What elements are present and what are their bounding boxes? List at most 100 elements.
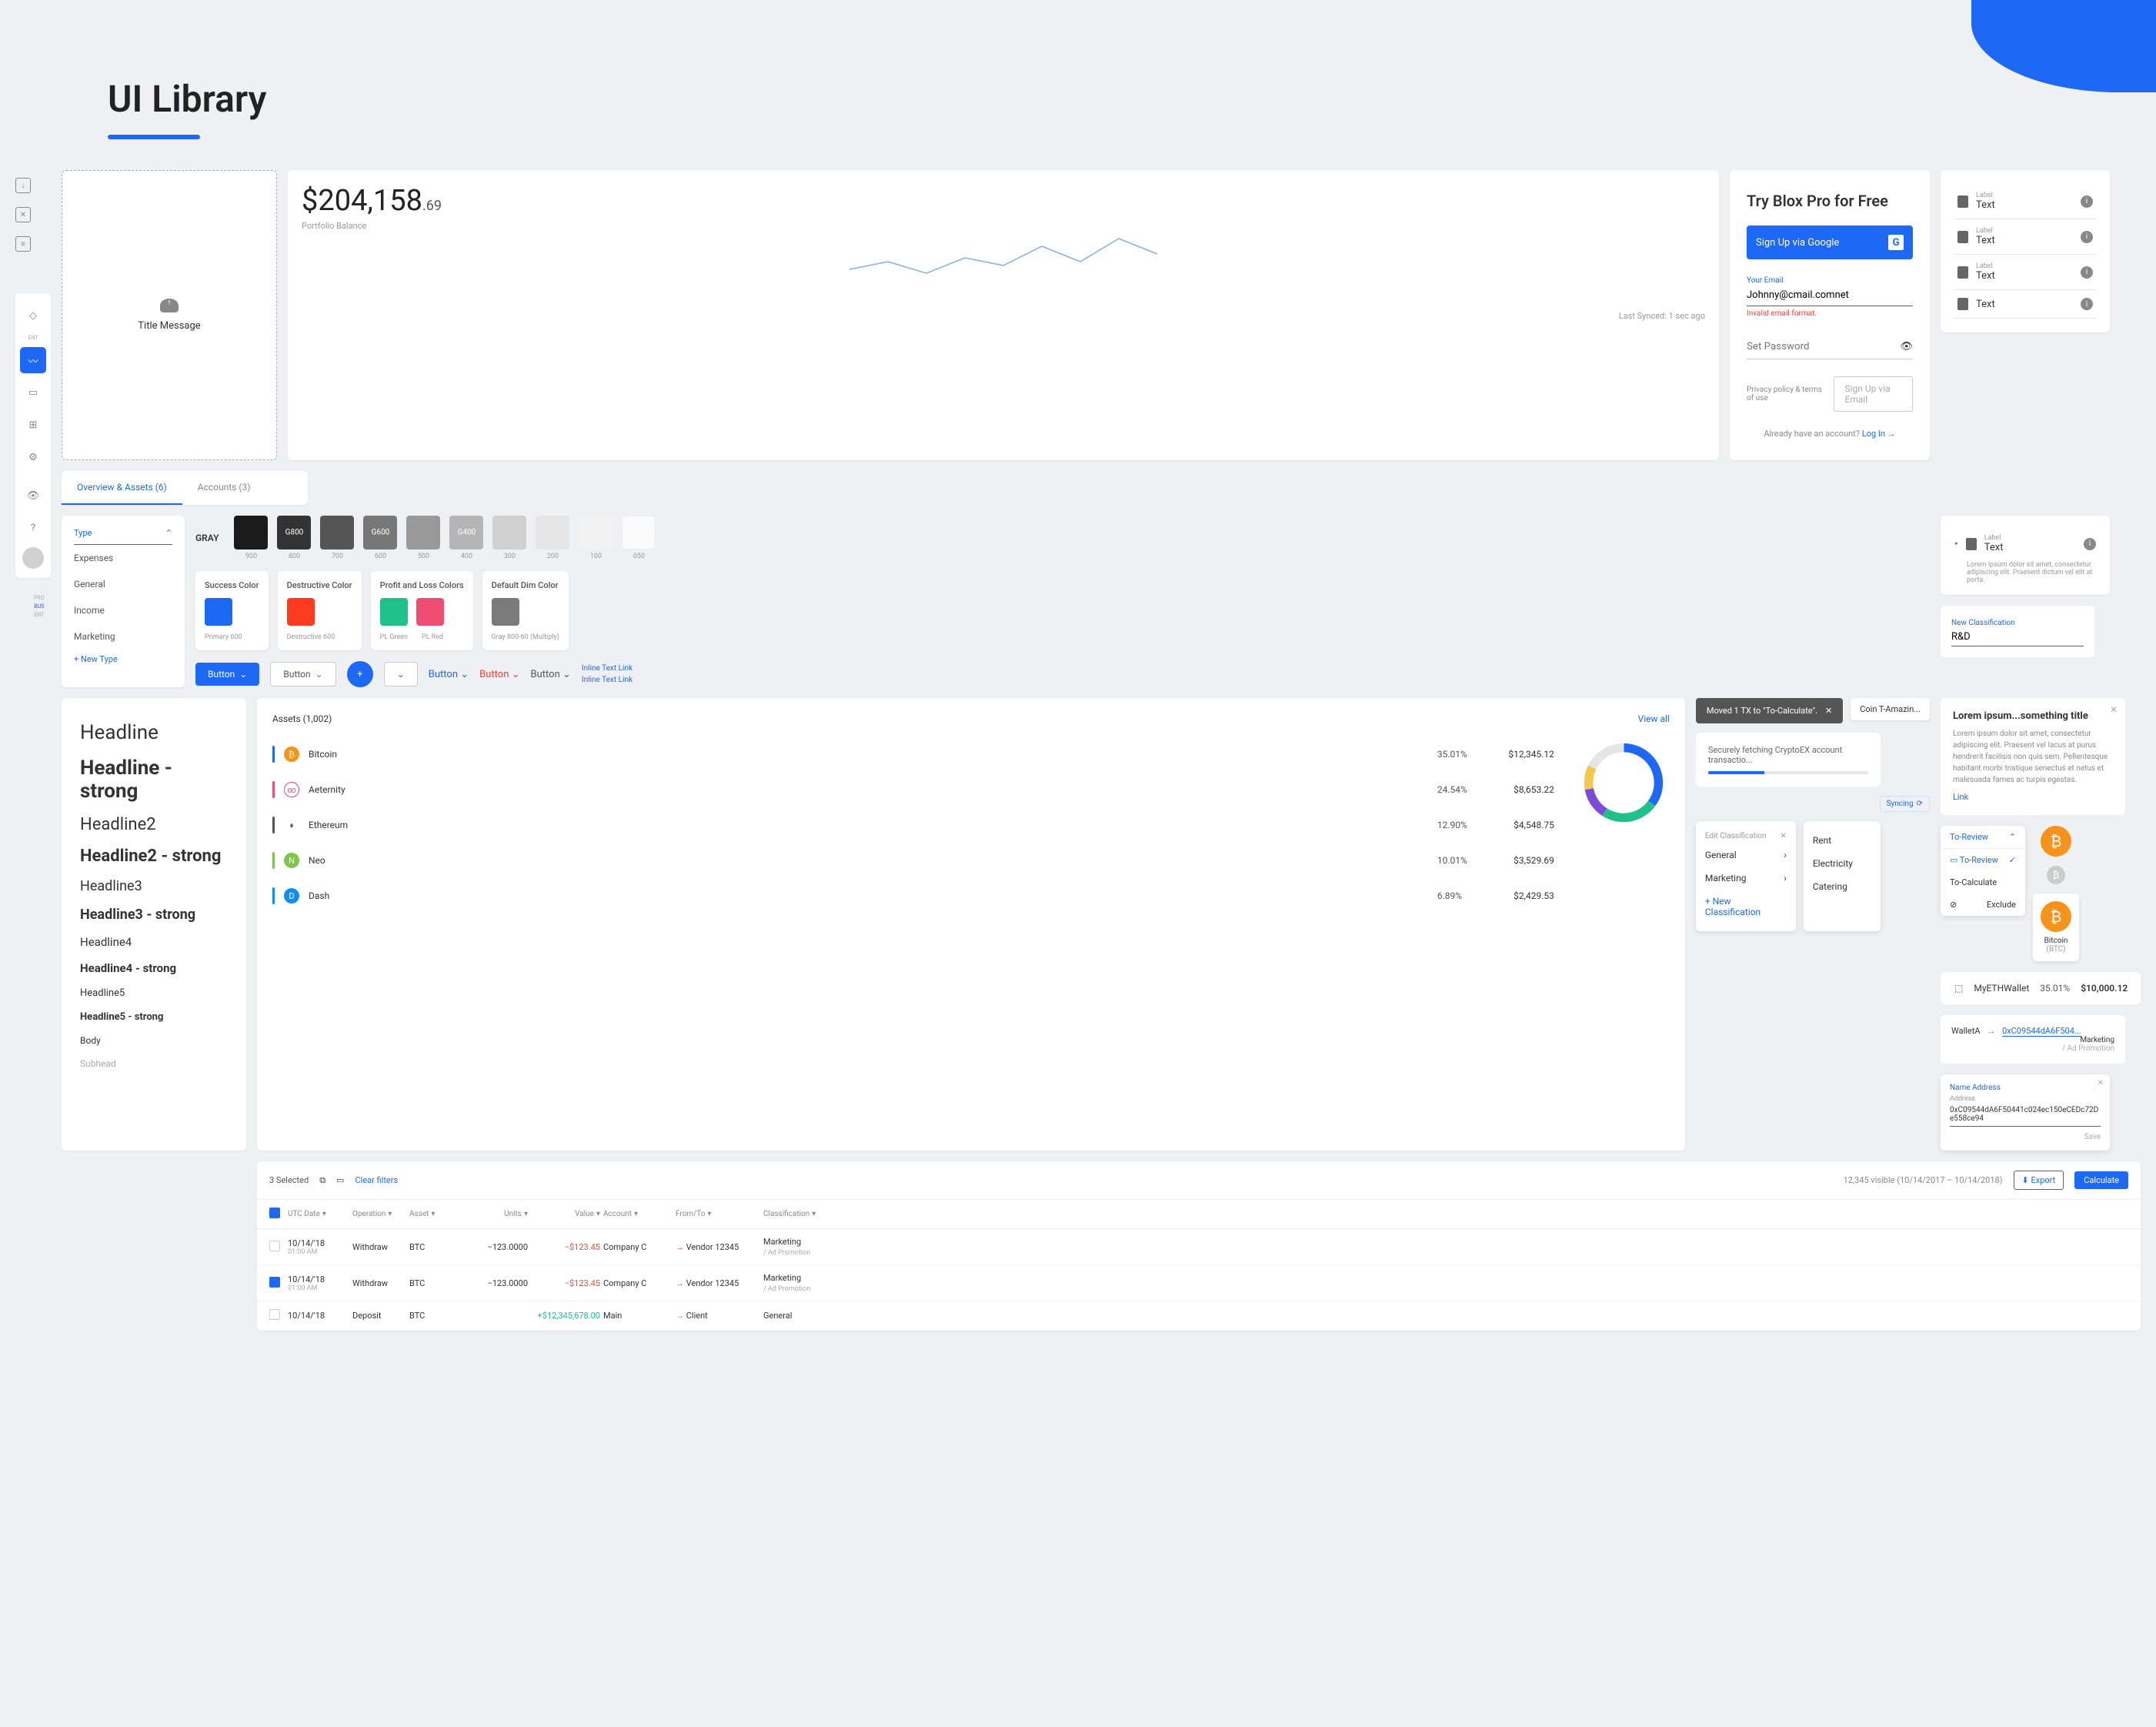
- signup-email-button[interactable]: Sign Up via Email: [1834, 376, 1913, 412]
- row-checkbox[interactable]: [269, 1277, 280, 1288]
- wallet-row[interactable]: ⬚ MyETHWallet 35.01% $10,000.12: [1941, 972, 2141, 1004]
- add-button[interactable]: +: [347, 661, 373, 687]
- nav-cube-icon[interactable]: ◇: [20, 302, 46, 329]
- close-icon[interactable]: ✕: [2098, 1079, 2104, 1087]
- asset-row[interactable]: DDash6.89%$2,429.53: [272, 878, 1554, 914]
- login-link[interactable]: Log In →: [1862, 429, 1896, 439]
- type-item[interactable]: Income: [74, 597, 172, 623]
- layers-icon[interactable]: ▭: [336, 1175, 344, 1185]
- upload-dropzone[interactable]: Title Message: [62, 170, 277, 460]
- col-account[interactable]: Account ▾: [603, 1208, 672, 1221]
- asset-row[interactable]: NNeo10.01%$3,529.69: [272, 843, 1554, 878]
- close-icon[interactable]: ✕: [1825, 706, 1832, 716]
- calculate-button[interactable]: Calculate: [2074, 1171, 2128, 1189]
- signup-google-button[interactable]: Sign Up via Google G: [1747, 225, 1913, 259]
- avatar[interactable]: [22, 547, 44, 569]
- popover-title: Lorem ipsum...something title: [1953, 710, 2113, 722]
- new-type-button[interactable]: + New Type: [74, 654, 172, 664]
- dropdown-item[interactable]: ⊘ Exclude: [1941, 894, 2025, 916]
- coin-pill[interactable]: Coin T-Amazin...: [1851, 698, 1930, 720]
- transfer-address[interactable]: 0xC09544dA6F504...: [2002, 1026, 2081, 1037]
- col-date[interactable]: UTC Date ▾: [288, 1208, 349, 1221]
- popover-link[interactable]: Link: [1953, 792, 1968, 802]
- text-button-red[interactable]: Button ⌄: [479, 669, 519, 680]
- nav-help-icon[interactable]: ?: [20, 515, 46, 541]
- col-fromto[interactable]: From/To ▾: [676, 1208, 760, 1221]
- inline-link[interactable]: Inline Text Link: [582, 676, 632, 684]
- menu-item[interactable]: General›: [1696, 843, 1796, 867]
- nav-analytics-icon[interactable]: 〰: [20, 347, 46, 373]
- table-row[interactable]: 10/14/'18 Deposit BTC +$12,345,678.00 Ma…: [257, 1301, 2141, 1331]
- copy-icon[interactable]: ⧉: [319, 1175, 325, 1186]
- col-operation[interactable]: Operation ▾: [352, 1208, 406, 1221]
- table-header: UTC Date ▾ Operation ▾ Asset ▾ Units ▾ V…: [257, 1200, 2141, 1229]
- nav-settings-icon[interactable]: ⚙: [20, 444, 46, 470]
- address-value[interactable]: 0xC09544dA6F50441c024ec150eCEDc72De558ce…: [1950, 1103, 2101, 1127]
- info-icon[interactable]: i: [2081, 298, 2093, 310]
- nav-grid-icon[interactable]: ⊞: [20, 412, 46, 438]
- nav-user-icon[interactable]: ▭: [20, 379, 46, 406]
- outline-button[interactable]: Button ⌄: [270, 662, 335, 686]
- col-classification[interactable]: Classification ▾: [763, 1208, 2128, 1221]
- view-all-link[interactable]: View all: [1638, 713, 1670, 724]
- email-input[interactable]: [1747, 285, 1913, 306]
- arrow-right-icon: →: [676, 1242, 684, 1252]
- chevron-up-icon[interactable]: ⌃: [2009, 832, 2016, 842]
- dropdown-item[interactable]: ▭ To-Review✓: [1941, 849, 2025, 871]
- row-checkbox[interactable]: [269, 1309, 280, 1320]
- primary-button[interactable]: Button ⌄: [195, 663, 259, 686]
- info-icon[interactable]: i: [2081, 266, 2093, 279]
- close-icon[interactable]: ✕: [2110, 704, 2118, 715]
- asset-row[interactable]: ♦Ethereum12.90%$4,548.75: [272, 807, 1554, 843]
- menu-item[interactable]: Electricity: [1804, 852, 1881, 875]
- info-icon[interactable]: i: [2084, 538, 2096, 550]
- type-item[interactable]: General: [74, 571, 172, 597]
- col-units[interactable]: Units ▾: [459, 1208, 528, 1221]
- new-class-input[interactable]: [1951, 628, 2084, 646]
- nav-eye-icon[interactable]: 👁: [20, 483, 46, 509]
- save-button[interactable]: Save: [1950, 1133, 2101, 1141]
- col-value[interactable]: Value ▾: [531, 1208, 600, 1221]
- list-icon[interactable]: ≡: [15, 236, 31, 252]
- download-icon[interactable]: ↓: [15, 178, 31, 193]
- col-asset[interactable]: Asset ▾: [409, 1208, 456, 1221]
- text-button-blue[interactable]: Button ⌄: [429, 669, 469, 680]
- table-row[interactable]: 10/14/'1801:00 AM Withdraw BTC −123.0000…: [257, 1265, 2141, 1301]
- table-row[interactable]: 10/14/'1801:00 AM Withdraw BTC −123.0000…: [257, 1229, 2141, 1265]
- clear-filters-button[interactable]: Clear filters: [355, 1175, 398, 1185]
- menu-item[interactable]: Catering: [1804, 875, 1881, 898]
- chevron-up-icon[interactable]: ⌃: [165, 528, 172, 538]
- info-icon[interactable]: i: [2081, 195, 2093, 208]
- check-icon: ✓: [2009, 855, 2016, 865]
- label-rows-card: LabelText i LabelText i LabelText i Text…: [1941, 170, 2110, 332]
- balance-value: $204,158.69: [302, 184, 1705, 218]
- dropdown-item[interactable]: To-Calculate: [1941, 871, 2025, 894]
- close-icon[interactable]: ✕: [1780, 832, 1786, 840]
- menu-item[interactable]: Rent: [1804, 829, 1881, 852]
- type-item[interactable]: Expenses: [74, 545, 172, 571]
- asset-row[interactable]: ₿Bitcoin35.01%$12,345.12: [272, 737, 1554, 772]
- toast-message: Moved 1 TX to "To-Calculate". ✕: [1696, 698, 1843, 723]
- tab-overview[interactable]: Overview & Assets (6): [62, 471, 182, 505]
- sidenav-tier-labels: PRO BUS ENT: [34, 595, 45, 618]
- dropdown-only-button[interactable]: ⌄: [384, 662, 418, 686]
- menu-item[interactable]: Marketing›: [1696, 867, 1796, 890]
- color-palette: GRAY 900 800 700 600 500 400 300 200 100…: [195, 516, 1930, 687]
- tab-accounts[interactable]: Accounts (3): [182, 471, 266, 505]
- label-row: Text i: [1954, 290, 2096, 319]
- signup-title: Try Blox Pro for Free: [1747, 192, 1913, 210]
- info-icon[interactable]: i: [2081, 231, 2093, 243]
- inline-link[interactable]: Inline Text Link: [582, 664, 632, 673]
- password-input[interactable]: [1747, 335, 1900, 359]
- delete-icon[interactable]: ✕: [15, 207, 31, 222]
- eye-icon[interactable]: 👁: [1900, 341, 1913, 352]
- document-icon: [1957, 298, 1968, 310]
- row-checkbox[interactable]: [269, 1241, 280, 1251]
- type-item[interactable]: Marketing: [74, 623, 172, 650]
- policy-link[interactable]: Privacy policy & terms of use: [1747, 386, 1826, 403]
- asset-row[interactable]: ∞Aeternity24.54%$8,653.22: [272, 772, 1554, 807]
- text-button-gray[interactable]: Button ⌄: [531, 669, 571, 680]
- new-classification-button[interactable]: + New Classification: [1696, 890, 1796, 924]
- select-all-checkbox[interactable]: [269, 1208, 280, 1218]
- export-button[interactable]: ⬇ Export: [2014, 1171, 2064, 1190]
